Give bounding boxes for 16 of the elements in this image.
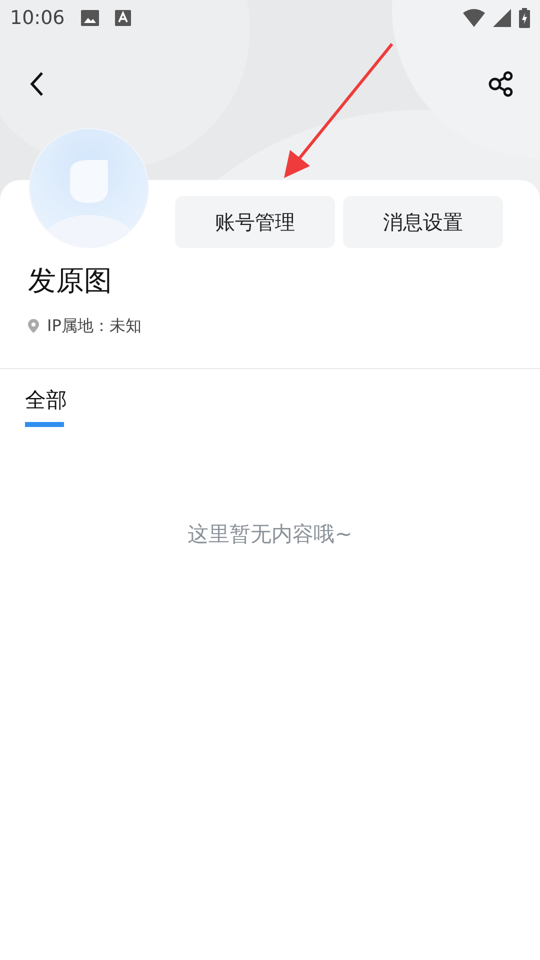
status-time: 10:06 (10, 6, 65, 31)
share-button[interactable] (488, 71, 514, 97)
location-pin-icon (28, 318, 39, 333)
action-button[interactable]: 消息设置 (343, 196, 503, 248)
back-button[interactable] (30, 71, 44, 97)
tab[interactable]: 全部 (25, 384, 67, 416)
battery-icon (519, 8, 530, 28)
action-button[interactable]: 账号管理 (175, 196, 335, 248)
empty-message: 这里暂无内容哦~ (186, 521, 354, 548)
image-icon (80, 10, 99, 26)
ip-location: IP属地：未知 (47, 314, 142, 337)
tab-indicator (25, 422, 64, 428)
wifi-icon (463, 9, 485, 27)
font-icon (114, 10, 131, 26)
profile-name: 发原图 (28, 264, 113, 298)
signal-icon (493, 9, 511, 27)
